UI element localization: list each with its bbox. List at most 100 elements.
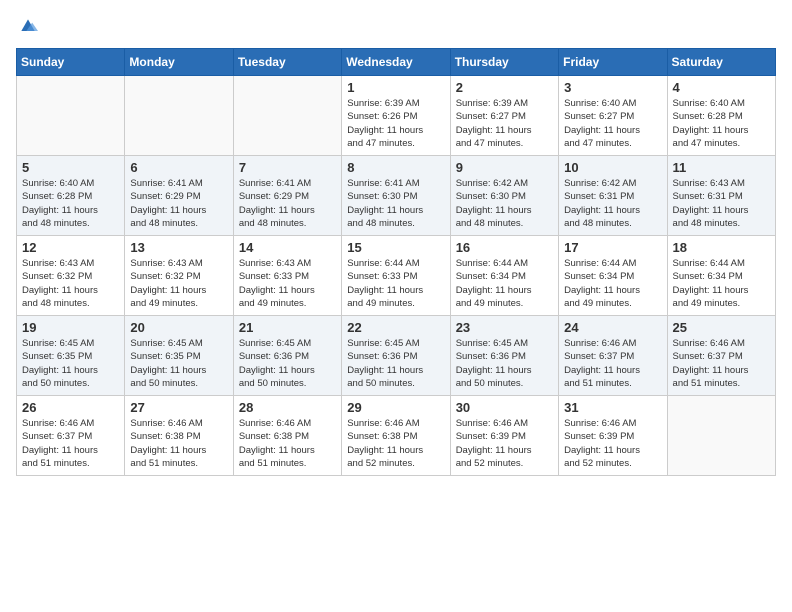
- day-cell: 5 Sunrise: 6:40 AM Sunset: 6:28 PM Daylig…: [17, 156, 125, 236]
- day-cell: 8Sunrise: 6:41 AM Sunset: 6:30 PM Daylig…: [342, 156, 450, 236]
- day-info: Sunrise: 6:41 AM Sunset: 6:29 PM Dayligh…: [130, 177, 227, 230]
- day-number: 22: [347, 320, 444, 335]
- day-info: Sunrise: 6:43 AM Sunset: 6:31 PM Dayligh…: [673, 177, 770, 230]
- day-cell: 22Sunrise: 6:45 AM Sunset: 6:36 PM Dayli…: [342, 316, 450, 396]
- day-cell: 7 Sunrise: 6:41 AM Sunset: 6:29 PM Daylig…: [233, 156, 341, 236]
- day-info: Sunrise: 6:40 AM Sunset: 6:28 PM Dayligh…: [22, 177, 119, 230]
- day-info: Sunrise: 6:46 AM Sunset: 6:39 PM Dayligh…: [456, 417, 553, 470]
- day-cell: [667, 396, 775, 476]
- day-cell: 19 Sunrise: 6:45 AM Sunset: 6:35 PM Dayli…: [17, 316, 125, 396]
- header-cell-saturday: Saturday: [667, 49, 775, 76]
- day-number: 26: [22, 400, 119, 415]
- day-cell: 1 Sunrise: 6:39 AM Sunset: 6:26 PM Daylig…: [342, 76, 450, 156]
- day-info: Sunrise: 6:46 AM Sunset: 6:38 PM Dayligh…: [239, 417, 336, 470]
- header-cell-sunday: Sunday: [17, 49, 125, 76]
- day-cell: 9 Sunrise: 6:42 AM Sunset: 6:30 PM Daylig…: [450, 156, 558, 236]
- day-cell: [125, 76, 233, 156]
- day-cell: 2Sunrise: 6:39 AM Sunset: 6:27 PM Daylig…: [450, 76, 558, 156]
- day-cell: 31Sunrise: 6:46 AM Sunset: 6:39 PM Dayli…: [559, 396, 667, 476]
- day-cell: 3 Sunrise: 6:40 AM Sunset: 6:27 PM Daylig…: [559, 76, 667, 156]
- day-number: 7: [239, 160, 336, 175]
- day-cell: 14Sunrise: 6:43 AM Sunset: 6:33 PM Dayli…: [233, 236, 341, 316]
- day-number: 9: [456, 160, 553, 175]
- page-header: [16, 16, 776, 36]
- day-number: 19: [22, 320, 119, 335]
- day-info: Sunrise: 6:46 AM Sunset: 6:39 PM Dayligh…: [564, 417, 661, 470]
- day-info: Sunrise: 6:43 AM Sunset: 6:32 PM Dayligh…: [22, 257, 119, 310]
- day-number: 29: [347, 400, 444, 415]
- day-cell: 27Sunrise: 6:46 AM Sunset: 6:38 PM Dayli…: [125, 396, 233, 476]
- day-info: Sunrise: 6:44 AM Sunset: 6:34 PM Dayligh…: [456, 257, 553, 310]
- day-info: Sunrise: 6:45 AM Sunset: 6:35 PM Dayligh…: [130, 337, 227, 390]
- day-number: 20: [130, 320, 227, 335]
- calendar-body: 1 Sunrise: 6:39 AM Sunset: 6:26 PM Daylig…: [17, 76, 776, 476]
- day-info: Sunrise: 6:46 AM Sunset: 6:38 PM Dayligh…: [347, 417, 444, 470]
- day-cell: 30 Sunrise: 6:46 AM Sunset: 6:39 PM Dayli…: [450, 396, 558, 476]
- day-cell: 17 Sunrise: 6:44 AM Sunset: 6:34 PM Dayli…: [559, 236, 667, 316]
- day-info: Sunrise: 6:44 AM Sunset: 6:34 PM Dayligh…: [673, 257, 770, 310]
- day-cell: 6 Sunrise: 6:41 AM Sunset: 6:29 PM Daylig…: [125, 156, 233, 236]
- week-row-1: 5 Sunrise: 6:40 AM Sunset: 6:28 PM Daylig…: [17, 156, 776, 236]
- day-cell: [17, 76, 125, 156]
- week-row-4: 26 Sunrise: 6:46 AM Sunset: 6:37 PM Dayli…: [17, 396, 776, 476]
- day-number: 21: [239, 320, 336, 335]
- day-number: 25: [673, 320, 770, 335]
- logo: [16, 16, 38, 36]
- day-info: Sunrise: 6:42 AM Sunset: 6:31 PM Dayligh…: [564, 177, 661, 230]
- day-info: Sunrise: 6:45 AM Sunset: 6:35 PM Dayligh…: [22, 337, 119, 390]
- logo-icon: [18, 16, 38, 36]
- day-info: Sunrise: 6:44 AM Sunset: 6:34 PM Dayligh…: [564, 257, 661, 310]
- week-row-3: 19 Sunrise: 6:45 AM Sunset: 6:35 PM Dayli…: [17, 316, 776, 396]
- day-number: 30: [456, 400, 553, 415]
- header-cell-thursday: Thursday: [450, 49, 558, 76]
- day-cell: 26 Sunrise: 6:46 AM Sunset: 6:37 PM Dayli…: [17, 396, 125, 476]
- day-cell: 12Sunrise: 6:43 AM Sunset: 6:32 PM Dayli…: [17, 236, 125, 316]
- day-cell: 24Sunrise: 6:46 AM Sunset: 6:37 PM Dayli…: [559, 316, 667, 396]
- day-info: Sunrise: 6:40 AM Sunset: 6:28 PM Dayligh…: [673, 97, 770, 150]
- day-info: Sunrise: 6:46 AM Sunset: 6:38 PM Dayligh…: [130, 417, 227, 470]
- day-number: 5: [22, 160, 119, 175]
- day-cell: 23 Sunrise: 6:45 AM Sunset: 6:36 PM Dayli…: [450, 316, 558, 396]
- week-row-0: 1 Sunrise: 6:39 AM Sunset: 6:26 PM Daylig…: [17, 76, 776, 156]
- header-cell-wednesday: Wednesday: [342, 49, 450, 76]
- calendar-header: SundayMondayTuesdayWednesdayThursdayFrid…: [17, 49, 776, 76]
- day-cell: 21 Sunrise: 6:45 AM Sunset: 6:36 PM Dayli…: [233, 316, 341, 396]
- day-number: 16: [456, 240, 553, 255]
- day-info: Sunrise: 6:44 AM Sunset: 6:33 PM Dayligh…: [347, 257, 444, 310]
- day-cell: 18Sunrise: 6:44 AM Sunset: 6:34 PM Dayli…: [667, 236, 775, 316]
- day-number: 17: [564, 240, 661, 255]
- day-cell: 20 Sunrise: 6:45 AM Sunset: 6:35 PM Dayli…: [125, 316, 233, 396]
- day-number: 10: [564, 160, 661, 175]
- day-number: 1: [347, 80, 444, 95]
- day-number: 24: [564, 320, 661, 335]
- day-info: Sunrise: 6:43 AM Sunset: 6:33 PM Dayligh…: [239, 257, 336, 310]
- day-cell: 13 Sunrise: 6:43 AM Sunset: 6:32 PM Dayli…: [125, 236, 233, 316]
- header-cell-friday: Friday: [559, 49, 667, 76]
- calendar-table: SundayMondayTuesdayWednesdayThursdayFrid…: [16, 48, 776, 476]
- day-info: Sunrise: 6:40 AM Sunset: 6:27 PM Dayligh…: [564, 97, 661, 150]
- day-info: Sunrise: 6:43 AM Sunset: 6:32 PM Dayligh…: [130, 257, 227, 310]
- day-number: 23: [456, 320, 553, 335]
- day-number: 28: [239, 400, 336, 415]
- day-number: 3: [564, 80, 661, 95]
- day-number: 11: [673, 160, 770, 175]
- day-info: Sunrise: 6:39 AM Sunset: 6:26 PM Dayligh…: [347, 97, 444, 150]
- day-info: Sunrise: 6:45 AM Sunset: 6:36 PM Dayligh…: [456, 337, 553, 390]
- header-cell-tuesday: Tuesday: [233, 49, 341, 76]
- day-number: 15: [347, 240, 444, 255]
- day-info: Sunrise: 6:45 AM Sunset: 6:36 PM Dayligh…: [239, 337, 336, 390]
- day-number: 2: [456, 80, 553, 95]
- week-row-2: 12Sunrise: 6:43 AM Sunset: 6:32 PM Dayli…: [17, 236, 776, 316]
- day-number: 4: [673, 80, 770, 95]
- day-cell: 25Sunrise: 6:46 AM Sunset: 6:37 PM Dayli…: [667, 316, 775, 396]
- day-info: Sunrise: 6:46 AM Sunset: 6:37 PM Dayligh…: [22, 417, 119, 470]
- header-row: SundayMondayTuesdayWednesdayThursdayFrid…: [17, 49, 776, 76]
- day-info: Sunrise: 6:42 AM Sunset: 6:30 PM Dayligh…: [456, 177, 553, 230]
- day-cell: 4 Sunrise: 6:40 AM Sunset: 6:28 PM Daylig…: [667, 76, 775, 156]
- day-number: 6: [130, 160, 227, 175]
- day-cell: 16 Sunrise: 6:44 AM Sunset: 6:34 PM Dayli…: [450, 236, 558, 316]
- day-number: 13: [130, 240, 227, 255]
- day-cell: 29 Sunrise: 6:46 AM Sunset: 6:38 PM Dayli…: [342, 396, 450, 476]
- day-cell: 28 Sunrise: 6:46 AM Sunset: 6:38 PM Dayli…: [233, 396, 341, 476]
- day-info: Sunrise: 6:41 AM Sunset: 6:29 PM Dayligh…: [239, 177, 336, 230]
